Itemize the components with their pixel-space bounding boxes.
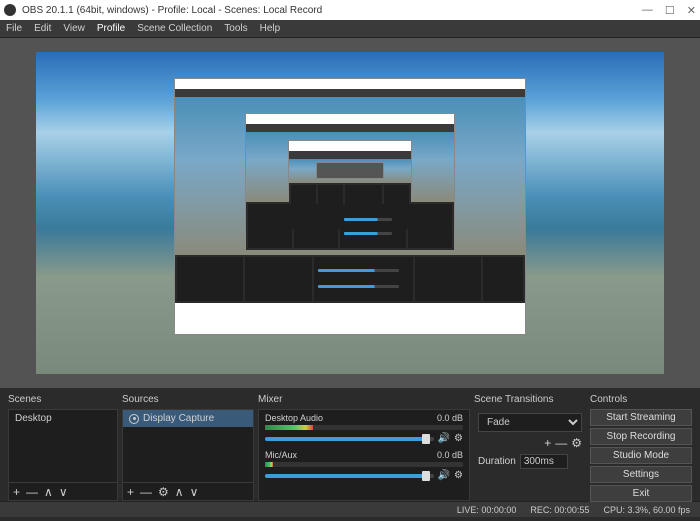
visibility-icon[interactable] xyxy=(129,414,139,424)
speaker-icon[interactable]: 🔊 xyxy=(438,470,450,481)
menubar: File Edit View Profile Scene Collection … xyxy=(0,20,700,38)
recursive-window-4 xyxy=(316,162,385,178)
duration-input[interactable] xyxy=(520,454,568,469)
statusbar: LIVE: 00:00:00 REC: 00:00:55 CPU: 3.3%, … xyxy=(0,501,700,517)
status-cpu: CPU: 3.3%, 60.00 fps xyxy=(603,505,690,515)
maximize-button[interactable]: ☐ xyxy=(665,4,675,17)
start-streaming-button[interactable]: Start Streaming xyxy=(590,409,692,426)
source-add-button[interactable]: + xyxy=(127,485,134,499)
track-name: Mic/Aux xyxy=(265,450,297,460)
settings-button[interactable]: Settings xyxy=(590,466,692,483)
sources-panel: Sources Display Capture + — ⚙ ∧ ∨ xyxy=(122,392,254,501)
mixer-title: Mixer xyxy=(258,392,470,409)
transition-settings-button[interactable]: ⚙ xyxy=(571,436,582,450)
transitions-panel: Scene Transitions Fade + — ⚙ Duration xyxy=(474,392,586,501)
scenes-panel: Scenes Desktop + — ∧ ∨ xyxy=(8,392,118,501)
window-title: OBS 20.1.1 (64bit, windows) - Profile: L… xyxy=(22,5,642,16)
menu-profile[interactable]: Profile xyxy=(97,23,125,34)
audio-meter xyxy=(265,462,463,467)
audio-meter xyxy=(265,425,463,430)
transition-remove-button[interactable]: — xyxy=(555,436,567,450)
source-settings-button[interactable]: ⚙ xyxy=(158,485,169,499)
transition-select[interactable]: Fade xyxy=(478,413,582,432)
status-rec: REC: 00:00:55 xyxy=(530,505,589,515)
volume-slider[interactable] xyxy=(265,474,434,478)
titlebar: OBS 20.1.1 (64bit, windows) - Profile: L… xyxy=(0,0,700,20)
scene-down-button[interactable]: ∨ xyxy=(59,485,68,499)
duration-label: Duration xyxy=(478,456,516,467)
app-icon xyxy=(4,4,16,16)
scenes-title: Scenes xyxy=(8,392,118,409)
recursive-window-1 xyxy=(174,78,526,336)
menu-view[interactable]: View xyxy=(63,23,85,34)
minimize-button[interactable]: — xyxy=(642,4,653,17)
menu-help[interactable]: Help xyxy=(260,23,281,34)
status-live: LIVE: 00:00:00 xyxy=(457,505,517,515)
transitions-title: Scene Transitions xyxy=(474,392,586,409)
recursive-window-3 xyxy=(288,140,413,191)
transition-add-button[interactable]: + xyxy=(544,436,551,450)
gear-icon[interactable]: ⚙ xyxy=(454,433,463,444)
preview-area[interactable] xyxy=(0,38,700,388)
preview-canvas[interactable] xyxy=(36,52,664,374)
menu-scene-collection[interactable]: Scene Collection xyxy=(137,23,212,34)
stop-recording-button[interactable]: Stop Recording xyxy=(590,428,692,445)
gear-icon[interactable]: ⚙ xyxy=(454,470,463,481)
close-button[interactable]: ✕ xyxy=(687,4,696,17)
source-up-button[interactable]: ∧ xyxy=(175,485,184,499)
sources-title: Sources xyxy=(122,392,254,409)
controls-panel: Controls Start Streaming Stop Recording … xyxy=(590,392,692,501)
track-name: Desktop Audio xyxy=(265,413,323,423)
mixer-panel: Mixer Desktop Audio 0.0 dB 🔊 ⚙ Mic/Aux 0… xyxy=(258,392,470,501)
menu-tools[interactable]: Tools xyxy=(224,23,247,34)
source-item[interactable]: Display Capture xyxy=(123,410,253,427)
controls-title: Controls xyxy=(590,392,692,409)
volume-slider[interactable] xyxy=(265,437,434,441)
source-remove-button[interactable]: — xyxy=(140,485,152,499)
mixer-track-mic: Mic/Aux 0.0 dB 🔊 ⚙ xyxy=(259,447,469,484)
studio-mode-button[interactable]: Studio Mode xyxy=(590,447,692,464)
recursive-window-2 xyxy=(245,113,455,237)
speaker-icon[interactable]: 🔊 xyxy=(438,433,450,444)
track-db: 0.0 dB xyxy=(437,413,463,423)
source-down-button[interactable]: ∨ xyxy=(190,485,199,499)
mixer-track-desktop: Desktop Audio 0.0 dB 🔊 ⚙ xyxy=(259,410,469,447)
menu-edit[interactable]: Edit xyxy=(34,23,51,34)
scene-remove-button[interactable]: — xyxy=(26,485,38,499)
track-db: 0.0 dB xyxy=(437,450,463,460)
scene-item[interactable]: Desktop xyxy=(9,410,117,427)
menu-file[interactable]: File xyxy=(6,23,22,34)
exit-button[interactable]: Exit xyxy=(590,485,692,502)
bottom-panels: Scenes Desktop + — ∧ ∨ Sources Display C… xyxy=(0,388,700,501)
scene-up-button[interactable]: ∧ xyxy=(44,485,53,499)
scene-add-button[interactable]: + xyxy=(13,485,20,499)
